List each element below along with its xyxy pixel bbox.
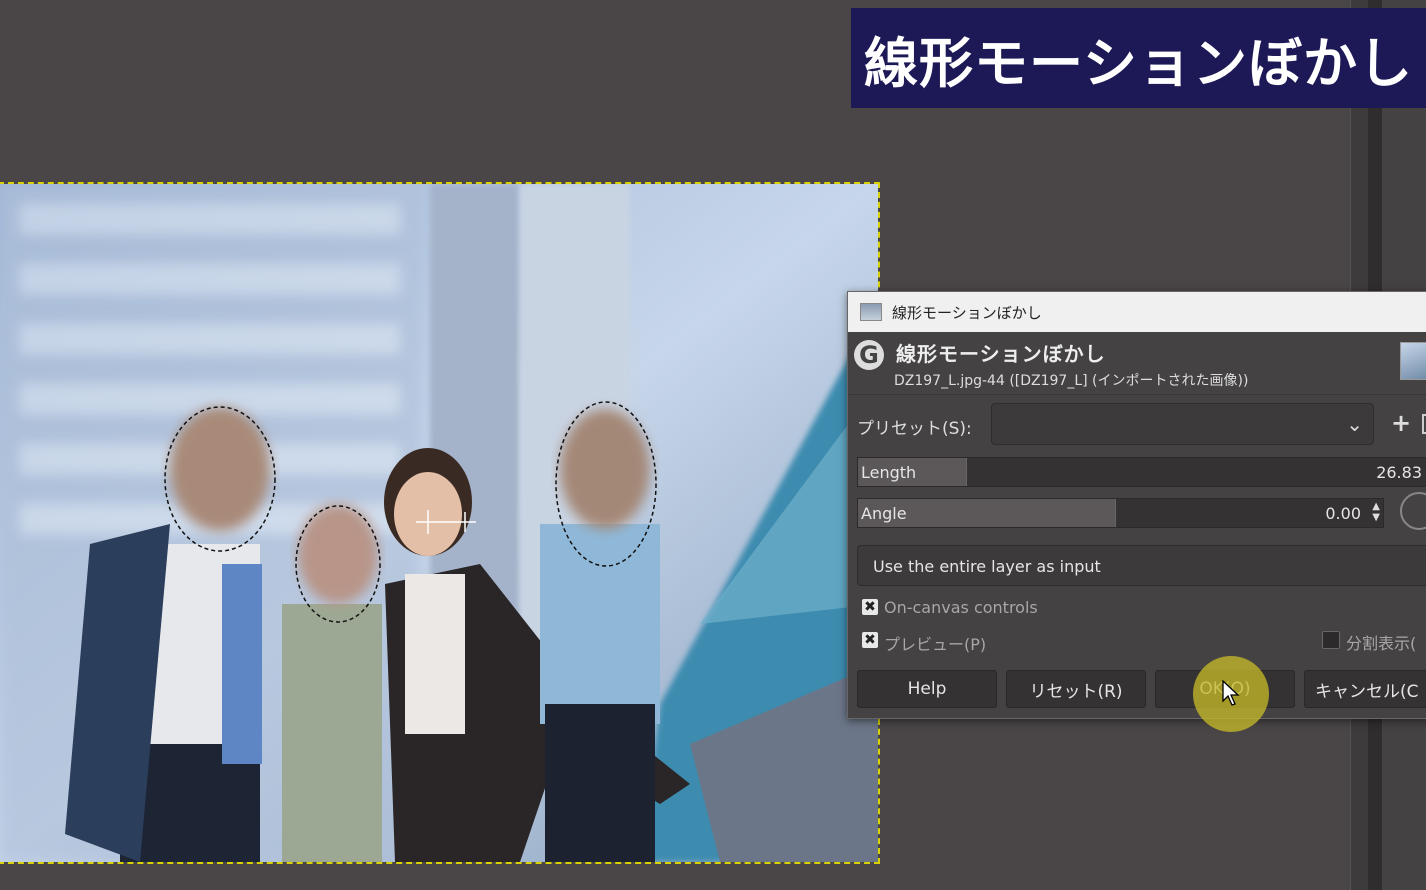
input-mode-value: Use the entire layer as input <box>873 557 1101 576</box>
image-thumbnail <box>1400 342 1426 380</box>
motion-blur-dialog[interactable]: 線形モーションぼかし G 線形モーションぼかし DZ197_L.jpg-44 (… <box>847 291 1426 719</box>
gimp-logo-icon: G <box>854 340 884 370</box>
preset-label: プリセット(S): <box>857 419 972 439</box>
angle-dial-icon[interactable] <box>1400 492 1426 530</box>
tutorial-title-banner: 線形モーションぼかし <box>851 8 1426 108</box>
preview-checkbox[interactable]: ✖ <box>862 632 878 648</box>
mouse-pointer-icon <box>1222 680 1240 706</box>
filter-title: 線形モーションぼかし <box>896 342 1106 366</box>
dialog-titlebar[interactable]: 線形モーションぼかし <box>848 292 1426 332</box>
split-view-checkbox[interactable] <box>1322 631 1340 649</box>
manage-presets-icon[interactable] <box>1422 414 1426 434</box>
image-name: DZ197_L.jpg-44 ([DZ197_L] (インポートされた画像)) <box>894 373 1249 389</box>
cancel-button[interactable]: キャンセル(C <box>1304 670 1426 708</box>
split-view-label: 分割表示( <box>1346 634 1417 653</box>
window-title: 線形モーションぼかし <box>892 303 1042 322</box>
length-slider[interactable]: Length 26.83 <box>857 457 1426 487</box>
preset-dropdown[interactable]: ⌄ <box>991 403 1374 445</box>
length-label: Length <box>861 463 917 482</box>
help-button[interactable]: Help <box>857 670 997 708</box>
angle-slider[interactable]: Angle 0.00 ▲ ▼ <box>857 498 1384 528</box>
canvas-photo <box>0 184 878 862</box>
input-mode-dropdown[interactable]: Use the entire layer as input <box>857 545 1426 586</box>
banner-title: 線形モーションぼかし <box>864 31 1413 95</box>
angle-value: 0.00 <box>1325 504 1361 523</box>
on-canvas-controls-label: On-canvas controls <box>884 598 1038 617</box>
app-icon <box>860 303 882 321</box>
dialog-header: G 線形モーションぼかし DZ197_L.jpg-44 ([DZ197_L] (… <box>848 332 1426 395</box>
length-value: 26.83 <box>1376 463 1422 482</box>
preview-label: プレビュー(P) <box>884 635 987 654</box>
plus-icon[interactable]: + <box>1391 409 1411 437</box>
chevron-down-icon: ⌄ <box>1346 412 1363 436</box>
image-canvas[interactable] <box>0 182 880 864</box>
angle-label: Angle <box>861 504 907 523</box>
reset-button[interactable]: リセット(R) <box>1006 670 1146 708</box>
spin-arrows-icon[interactable]: ▲ ▼ <box>1372 501 1380 523</box>
on-canvas-controls-checkbox[interactable]: ✖ <box>862 599 878 615</box>
